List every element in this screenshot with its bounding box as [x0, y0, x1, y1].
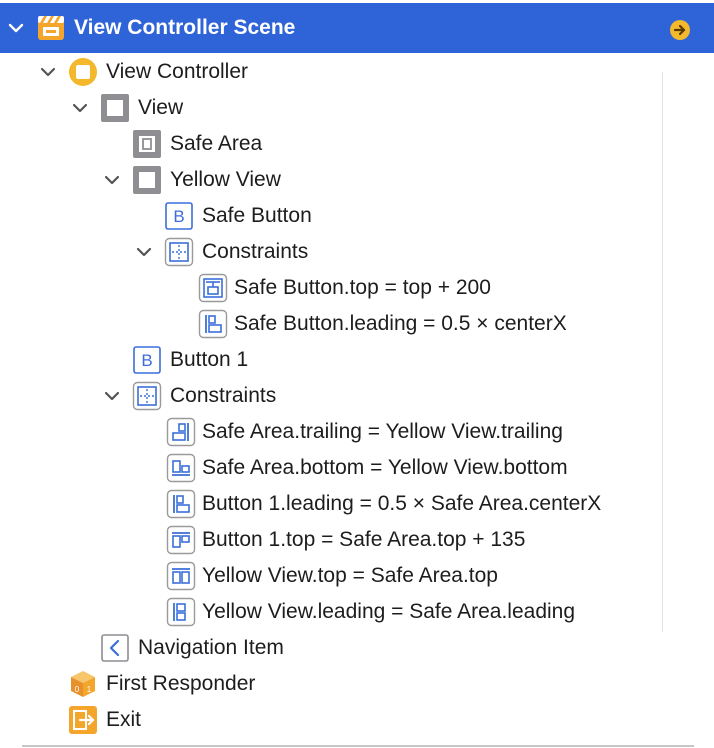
top-constraint-icon — [166, 525, 196, 555]
button-icon: B — [165, 202, 193, 230]
tree-row-constraint[interactable]: Yellow View.top = Safe Area.top — [0, 558, 714, 594]
first-responder-cube-icon: 0 1 — [71, 671, 95, 697]
tree-row-view[interactable]: View — [0, 90, 714, 126]
chevron-down-icon[interactable] — [134, 242, 154, 262]
tree-label: Safe Button — [202, 204, 312, 227]
leading-constraint-icon — [198, 309, 228, 339]
bottom-divider — [22, 745, 694, 747]
tree-row-constraint[interactable]: Button 1.top = Safe Area.top + 135 — [0, 522, 714, 558]
constraints-icon — [164, 237, 194, 267]
svg-text:0: 0 — [75, 685, 80, 694]
tree-row-constraint[interactable]: Button 1.leading = 0.5 × Safe Area.cente… — [0, 486, 714, 522]
safe-area-icon — [133, 130, 161, 158]
tree-row-safe-button[interactable]: B Safe Button — [0, 198, 714, 234]
tree-label: Button 1 — [170, 348, 249, 371]
leading-constraint-icon — [166, 597, 196, 627]
svg-text:B: B — [173, 207, 184, 226]
tree-row-yellow-view[interactable]: Yellow View — [0, 162, 714, 198]
exit-icon — [69, 706, 97, 734]
tree-row-constraint[interactable]: Safe Button.top = top + 200 — [0, 270, 714, 306]
tree-row-constraint[interactable]: Safe Area.bottom = Yellow View.bottom — [0, 450, 714, 486]
tree-row-view-controller[interactable]: View Controller — [0, 54, 714, 90]
chevron-down-icon[interactable] — [38, 62, 58, 82]
tree-label: Yellow View — [170, 168, 281, 191]
constraints-icon — [132, 381, 162, 411]
tree-label: Constraints — [202, 240, 309, 263]
top-constraint-icon — [166, 561, 196, 591]
tree-label: Safe Button.top = top + 200 — [234, 276, 491, 299]
scene-title: View Controller Scene — [74, 16, 296, 39]
tree-row-constraint[interactable]: Yellow View.leading = Safe Area.leading — [0, 594, 714, 630]
tree-row-exit[interactable]: Exit — [0, 702, 714, 738]
tree-row-constraint[interactable]: Safe Button.leading = 0.5 × centerX — [0, 306, 714, 342]
chevron-down-icon[interactable] — [102, 386, 122, 406]
button-icon: B — [133, 346, 161, 374]
tree-label: Button 1.top = Safe Area.top + 135 — [202, 528, 526, 551]
tree-row-constraints[interactable]: Constraints — [0, 378, 714, 414]
trailing-constraint-icon — [166, 417, 196, 447]
leading-constraint-icon — [166, 489, 196, 519]
svg-text:B: B — [141, 351, 152, 370]
tree-row-safe-area[interactable]: Safe Area — [0, 126, 714, 162]
tree-row-constraint[interactable]: Safe Area.trailing = Yellow View.trailin… — [0, 414, 714, 450]
tree-row-navigation-item[interactable]: Navigation Item — [0, 630, 714, 666]
scene-clapper-icon — [38, 16, 64, 40]
bottom-constraint-icon — [166, 453, 196, 483]
tree-label: Safe Area.bottom = Yellow View.bottom — [202, 456, 568, 479]
top-constraint-icon — [198, 273, 228, 303]
view-icon — [133, 166, 161, 194]
chevron-down-icon[interactable] — [70, 98, 90, 118]
tree-label: Navigation Item — [138, 636, 284, 659]
view-controller-icon — [69, 58, 97, 86]
scene-arrow-icon[interactable] — [669, 19, 691, 41]
scene-header[interactable]: View Controller Scene — [0, 3, 714, 53]
tree-label: Yellow View.top = Safe Area.top — [202, 564, 498, 587]
navigation-item-icon — [101, 634, 129, 662]
tree-label: Safe Area — [170, 132, 263, 155]
tree-label: First Responder — [106, 672, 256, 695]
tree-label: Exit — [106, 708, 142, 731]
tree-row-button-1[interactable]: B Button 1 — [0, 342, 714, 378]
tree-label: Button 1.leading = 0.5 × Safe Area.cente… — [202, 492, 602, 515]
tree-label: Yellow View.leading = Safe Area.leading — [202, 600, 576, 623]
tree-row-first-responder[interactable]: 0 1 First Responder — [0, 666, 714, 702]
tree-label: View — [138, 96, 184, 119]
tree-label: Safe Button.leading = 0.5 × centerX — [234, 312, 567, 335]
tree-label: Constraints — [170, 384, 277, 407]
chevron-down-icon[interactable] — [6, 18, 26, 38]
tree-label: Safe Area.trailing = Yellow View.trailin… — [202, 420, 563, 443]
view-icon — [101, 94, 129, 122]
chevron-down-icon[interactable] — [102, 170, 122, 190]
svg-text:1: 1 — [87, 685, 92, 694]
tree-row-constraints[interactable]: Constraints — [0, 234, 714, 270]
tree-label: View Controller — [106, 60, 249, 83]
